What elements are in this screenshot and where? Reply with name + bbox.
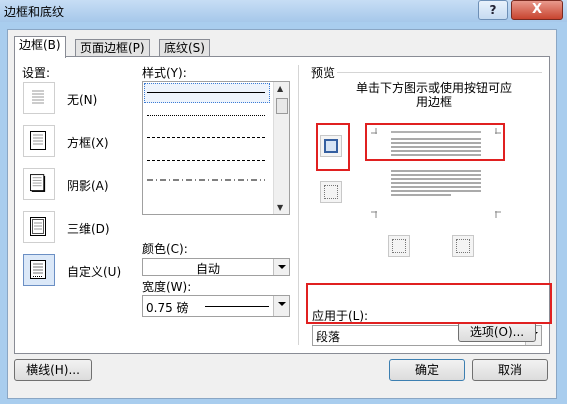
style-option-solid-selected[interactable] bbox=[144, 83, 270, 103]
top-border-button[interactable] bbox=[320, 135, 342, 157]
style-label: 样式(Y): bbox=[142, 66, 187, 80]
width-line-sample bbox=[205, 306, 269, 307]
top-border-icon bbox=[324, 139, 338, 153]
width-label: 宽度(W): bbox=[142, 280, 192, 294]
setting-3d-label[interactable]: 三维(D) bbox=[67, 220, 110, 237]
style-option-dash-dot[interactable] bbox=[147, 178, 265, 182]
right-border-icon bbox=[456, 239, 470, 253]
custom-border-icon bbox=[30, 260, 46, 279]
style-option-dotted[interactable] bbox=[147, 115, 265, 116]
cancel-button[interactable]: 取消 bbox=[472, 359, 548, 381]
tab-shading[interactable]: 底纹(S) bbox=[159, 39, 210, 57]
setting-shadow-button[interactable] bbox=[23, 168, 55, 200]
bottom-border-icon bbox=[324, 185, 338, 199]
style-option-dashed[interactable] bbox=[147, 160, 265, 161]
borders-tab-panel: 设置: 无(N) 方框(X) 阴影(A) 三维(D) 自定义(U) 样式(Y):… bbox=[14, 56, 550, 354]
horizontal-line-button[interactable]: 横线(H)... bbox=[14, 359, 92, 381]
none-border-icon bbox=[32, 90, 44, 104]
close-button[interactable]: X bbox=[511, 0, 563, 20]
setting-shadow-label[interactable]: 阴影(A) bbox=[67, 177, 109, 194]
setting-custom-button[interactable] bbox=[23, 254, 55, 286]
bottom-border-button[interactable] bbox=[320, 181, 342, 203]
width-value: 0.75 磅 bbox=[146, 301, 189, 315]
box-border-icon bbox=[30, 131, 46, 150]
width-chevron-down-icon[interactable] bbox=[273, 296, 289, 316]
color-value: 自动 bbox=[195, 262, 220, 276]
scroll-up-icon[interactable]: ▲ bbox=[277, 84, 283, 93]
tab-borders[interactable]: 边框(B) bbox=[14, 36, 66, 58]
left-border-icon bbox=[392, 239, 406, 253]
style-list[interactable]: ▲ ▼ bbox=[142, 81, 290, 215]
setting-none-label[interactable]: 无(N) bbox=[67, 91, 97, 108]
style-option-solid[interactable] bbox=[147, 92, 265, 93]
scroll-thumb[interactable] bbox=[276, 98, 288, 114]
setting-box-button[interactable] bbox=[23, 125, 55, 157]
dialog-window: 边框和底纹 ? X 边框(B) 页面边框(P) 底纹(S) 设置: 无(N) 方… bbox=[0, 0, 567, 404]
chevron-down-icon[interactable] bbox=[273, 259, 289, 275]
preview-hint: 单击下方图示或使用按钮可应用边框 bbox=[355, 81, 512, 109]
window-title: 边框和底纹 bbox=[4, 5, 65, 19]
scroll-down-icon[interactable]: ▼ bbox=[277, 203, 283, 212]
apply-to-label: 应用于(L): bbox=[312, 309, 369, 323]
shadow-border-icon bbox=[30, 174, 46, 192]
settings-heading: 设置: bbox=[22, 66, 51, 80]
width-select[interactable]: 0.75 磅 bbox=[142, 295, 290, 317]
setting-3d-button[interactable] bbox=[23, 211, 55, 243]
color-select[interactable]: 自动 bbox=[142, 258, 290, 276]
options-button[interactable]: 选项(O)... bbox=[458, 322, 536, 342]
preview-heading: 预览 bbox=[311, 66, 336, 80]
right-border-button[interactable] bbox=[452, 235, 474, 257]
column-divider bbox=[298, 65, 299, 345]
dialog-client: 边框(B) 页面边框(P) 底纹(S) 设置: 无(N) 方框(X) 阴影(A)… bbox=[7, 29, 557, 399]
color-label: 颜色(C): bbox=[142, 242, 188, 256]
tab-page-borders[interactable]: 页面边框(P) bbox=[75, 39, 150, 57]
preview-diagram[interactable] bbox=[371, 123, 501, 223]
setting-custom-label[interactable]: 自定义(U) bbox=[67, 263, 121, 280]
help-button[interactable]: ? bbox=[478, 0, 508, 20]
ok-button[interactable]: 确定 bbox=[389, 359, 465, 381]
setting-none-button[interactable] bbox=[23, 82, 55, 114]
setting-box-label[interactable]: 方框(X) bbox=[67, 134, 109, 151]
style-option-dashed-small[interactable] bbox=[147, 137, 265, 138]
preview-heading-rule bbox=[337, 72, 542, 73]
style-list-scrollbar[interactable]: ▲ ▼ bbox=[273, 82, 289, 214]
left-border-button[interactable] bbox=[388, 235, 410, 257]
3d-border-icon bbox=[30, 217, 46, 236]
apply-to-value: 段落 bbox=[316, 330, 341, 344]
title-bar[interactable]: 边框和底纹 ? X bbox=[0, 0, 567, 22]
